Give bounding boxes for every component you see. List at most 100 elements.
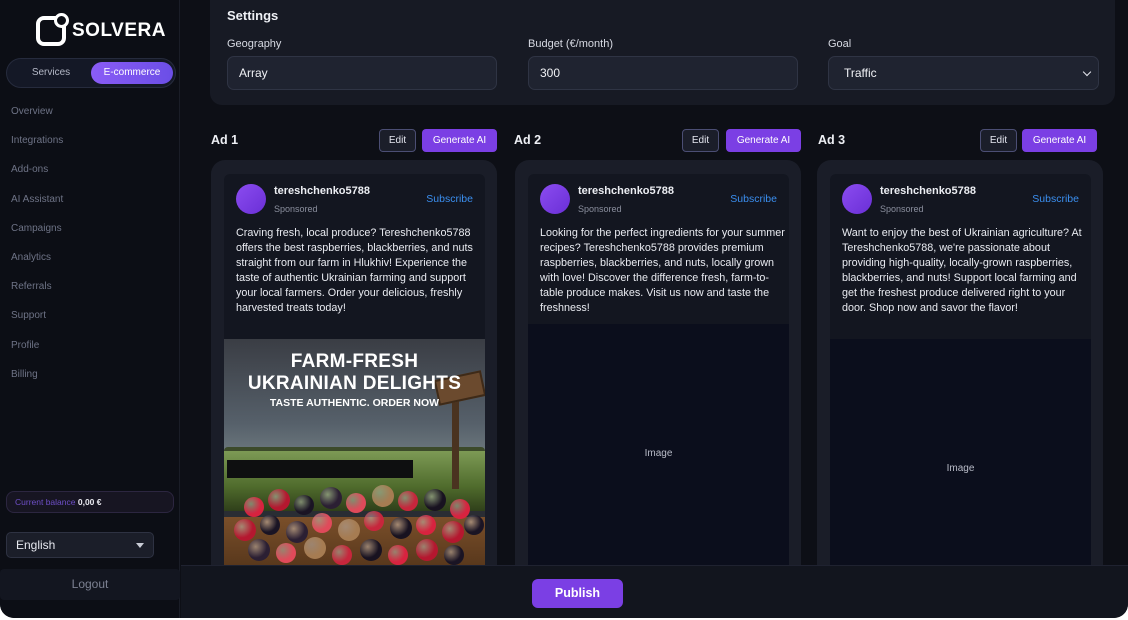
- berry-shape: [442, 521, 464, 543]
- image-placeholder-label: Image: [946, 463, 975, 474]
- settings-panel: Settings Geography Array Budget (€/month…: [210, 0, 1115, 105]
- signpost-pole: [452, 399, 459, 489]
- berry-shape: [276, 543, 296, 563]
- geography-input[interactable]: Array: [227, 56, 497, 90]
- balance-indicator: Current balance 0,00 €: [6, 491, 174, 513]
- ad-2-post-preview: tereshchenko5788 Sponsored Subscribe Loo…: [528, 174, 789, 618]
- berry-shape: [248, 539, 270, 561]
- subscribe-link[interactable]: Subscribe: [426, 193, 473, 205]
- balance-value: 0,00 €: [77, 497, 102, 507]
- avatar: [842, 184, 872, 214]
- username: tereshchenko5788: [880, 185, 976, 197]
- ad-3-title: Ad 3: [818, 133, 846, 147]
- ad-3-card: tereshchenko5788 Sponsored Subscribe Wan…: [817, 160, 1103, 618]
- username: tereshchenko5788: [274, 185, 370, 197]
- berry-shape: [424, 489, 446, 511]
- brand-logo[interactable]: SOLVERA: [36, 13, 166, 46]
- berry-shape: [332, 545, 352, 565]
- sidebar: SOLVERA Services E-commerce Overview Int…: [0, 0, 180, 618]
- goal-label: Goal: [828, 38, 852, 50]
- geography-label: Geography: [227, 38, 282, 50]
- sidebar-nav: Overview Integrations Add-ons AI Assista…: [11, 106, 63, 398]
- berry-shape: [338, 519, 360, 541]
- publish-bar: Publish: [181, 565, 1128, 618]
- avatar: [236, 184, 266, 214]
- ad-2-edit-button[interactable]: Edit: [682, 129, 719, 152]
- ad-2-generate-ai-button[interactable]: Generate AI: [726, 129, 801, 152]
- ad-1-title: Ad 1: [211, 133, 239, 147]
- berry-shape: [364, 511, 384, 531]
- berry-shape: [416, 539, 438, 561]
- budget-input[interactable]: 300: [528, 56, 798, 90]
- image-placeholder-label: Image: [644, 448, 673, 459]
- ad-1-edit-button[interactable]: Edit: [379, 129, 416, 152]
- berry-shape: [294, 495, 314, 515]
- ad-copy-text: Looking for the perfect ingredients for …: [540, 227, 785, 314]
- brand-name: SOLVERA: [72, 20, 166, 41]
- berry-shape: [416, 515, 436, 535]
- username: tereshchenko5788: [578, 185, 674, 197]
- avatar: [540, 184, 570, 214]
- ad-3-post-preview: tereshchenko5788 Sponsored Subscribe Wan…: [830, 174, 1091, 618]
- publish-button[interactable]: Publish: [532, 579, 623, 608]
- logo-icon: [36, 13, 69, 46]
- sponsored-label: Sponsored: [578, 204, 622, 214]
- mode-toggle: Services E-commerce: [6, 58, 176, 88]
- sidebar-item-integrations[interactable]: Integrations: [11, 135, 63, 164]
- sidebar-item-overview[interactable]: Overview: [11, 106, 63, 135]
- berry-shape: [286, 521, 308, 543]
- sidebar-item-add-ons[interactable]: Add-ons: [11, 164, 63, 193]
- berry-shape: [260, 515, 280, 535]
- ecommerce-toggle[interactable]: E-commerce: [91, 62, 173, 84]
- sponsored-label: Sponsored: [274, 204, 318, 214]
- language-value: English: [16, 538, 56, 552]
- berry-shape: [398, 491, 418, 511]
- berry-shape: [390, 517, 412, 539]
- ad-1-card: tereshchenko5788 Sponsored Subscribe Cra…: [211, 160, 497, 618]
- ad-1-generate-ai-button[interactable]: Generate AI: [422, 129, 497, 152]
- berry-shape: [346, 493, 366, 513]
- image-headline-1: FARM-FRESH: [290, 351, 419, 372]
- image-tagline: TASTE AUTHENTIC. ORDER NOW: [269, 397, 440, 409]
- sidebar-item-ai-assistant[interactable]: AI Assistant: [11, 194, 63, 223]
- ad-copy-text: Craving fresh, local produce? Tereshchen…: [236, 227, 473, 314]
- berry-shape: [360, 539, 382, 561]
- berry-shape: [312, 513, 332, 533]
- logout-button[interactable]: Logout: [0, 569, 180, 600]
- services-toggle[interactable]: Services: [11, 62, 91, 84]
- ad-1-post-preview: tereshchenko5788 Sponsored Subscribe Cra…: [224, 174, 485, 618]
- language-select[interactable]: English: [6, 532, 154, 558]
- chevron-down-icon: [1082, 67, 1092, 77]
- image-redaction-bar: [227, 460, 413, 478]
- ad-2-title: Ad 2: [514, 133, 542, 147]
- caret-down-icon: [136, 543, 144, 548]
- goal-select[interactable]: Traffic: [828, 56, 1099, 90]
- sidebar-item-billing[interactable]: Billing: [11, 369, 63, 398]
- ad-2-card: tereshchenko5788 Sponsored Subscribe Loo…: [515, 160, 801, 618]
- berry-shape: [244, 497, 264, 517]
- image-headline-2: UKRAINIAN DELIGHTS: [247, 373, 462, 394]
- berry-shape: [234, 519, 256, 541]
- ad-1-generated-image: FARM-FRESH UKRAINIAN DELIGHTS TASTE AUTH…: [224, 339, 485, 579]
- goal-value: Traffic: [844, 66, 877, 80]
- sidebar-item-referrals[interactable]: Referrals: [11, 281, 63, 310]
- budget-label: Budget (€/month): [528, 38, 613, 50]
- sponsored-label: Sponsored: [880, 204, 924, 214]
- berry-shape: [304, 537, 326, 559]
- subscribe-link[interactable]: Subscribe: [1032, 193, 1079, 205]
- ad-3-edit-button[interactable]: Edit: [980, 129, 1017, 152]
- berry-shape: [464, 515, 484, 535]
- ad-3-generate-ai-button[interactable]: Generate AI: [1022, 129, 1097, 152]
- sidebar-item-support[interactable]: Support: [11, 310, 63, 339]
- sidebar-item-campaigns[interactable]: Campaigns: [11, 223, 63, 252]
- berry-shape: [320, 487, 342, 509]
- subscribe-link[interactable]: Subscribe: [730, 193, 777, 205]
- berry-shape: [372, 485, 394, 507]
- berry-shape: [388, 545, 408, 565]
- ad-copy-text: Want to enjoy the best of Ukrainian agri…: [842, 227, 1082, 314]
- sidebar-item-profile[interactable]: Profile: [11, 340, 63, 369]
- berry-shape: [268, 489, 290, 511]
- balance-label: Current balance: [15, 497, 76, 507]
- sidebar-item-analytics[interactable]: Analytics: [11, 252, 63, 281]
- berry-shape: [444, 545, 464, 565]
